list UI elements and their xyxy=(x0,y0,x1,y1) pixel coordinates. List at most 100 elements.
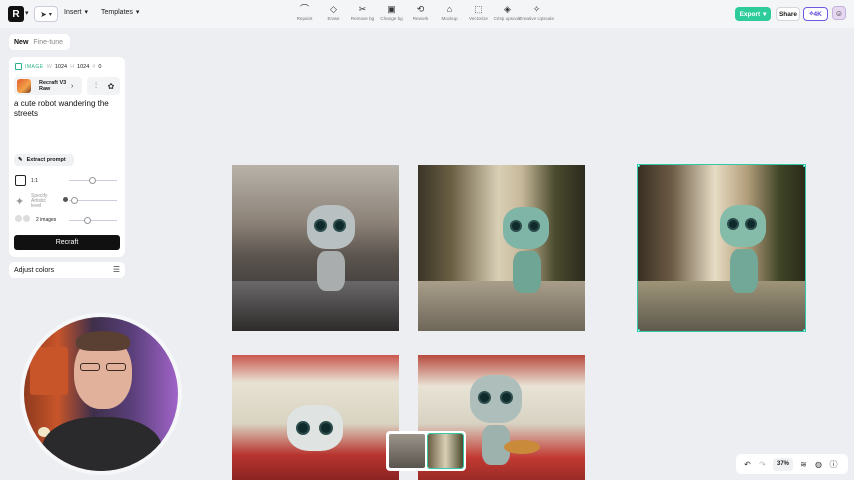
artistic-toggle[interactable] xyxy=(63,197,68,202)
tool-label: Repaint xyxy=(296,16,313,21)
presenter-hair xyxy=(76,331,130,351)
redo-icon[interactable]: ↷ xyxy=(755,460,770,469)
insert-menu[interactable]: Insert ▾ xyxy=(64,8,89,17)
top-toolbar: R ▾ ➤ ▾ Insert ▾ Templates ▾ ⌒ Repaint ◇ Eras… xyxy=(0,0,854,28)
thumbnail-1[interactable] xyxy=(389,434,425,468)
creative-icon: ✧ xyxy=(532,4,541,14)
image-type-tag[interactable]: IMAGE xyxy=(25,64,44,70)
model-selector[interactable]: Recraft V3 Raw › xyxy=(14,77,82,95)
burger-plate xyxy=(504,440,540,454)
pointer-icon: ➤ xyxy=(40,9,47,19)
model-name: Recraft V3 Raw xyxy=(39,80,67,92)
generated-image-3-selected[interactable] xyxy=(637,164,806,332)
aspect-ratio-label: 1:1 xyxy=(31,177,38,184)
aspect-ratio-row[interactable]: 1:1 xyxy=(15,175,38,186)
chevron-down-icon: ▾ xyxy=(135,9,140,16)
tool-label: Vectorize xyxy=(469,16,488,21)
ratio-slider-knob[interactable] xyxy=(89,177,96,184)
select-tool-button[interactable]: ➤ ▾ xyxy=(34,6,58,22)
generated-image-2[interactable] xyxy=(418,165,585,331)
eraser-icon: ◇ xyxy=(330,4,337,14)
seed-icon: # xyxy=(92,63,96,70)
aspect-ratio-icon xyxy=(15,175,26,186)
street-ground xyxy=(232,281,399,331)
generated-image-1[interactable] xyxy=(232,165,399,331)
count-slider-track[interactable] xyxy=(69,220,117,221)
thumbnail-strip xyxy=(386,431,466,471)
images-count-icon xyxy=(15,215,31,225)
artistic-level-label: Specify Artistic level xyxy=(31,193,48,209)
street-ground xyxy=(418,281,585,331)
generated-image-4[interactable] xyxy=(232,355,399,480)
tool-label: Remove bg xyxy=(350,16,375,21)
prompt-input[interactable]: a cute robot wandering the streets xyxy=(14,99,120,119)
chevron-down-icon: ▾ xyxy=(84,9,89,16)
height-value[interactable]: 1024 xyxy=(77,64,89,70)
templates-label: Templates xyxy=(101,8,133,16)
resize-handle[interactable] xyxy=(638,165,640,167)
chevron-down-icon: ▾ xyxy=(763,11,767,18)
sparkle-icon: ✦ xyxy=(15,196,25,208)
count-value[interactable]: 0 xyxy=(98,64,101,70)
shirt-icon: ⌂ xyxy=(446,4,453,14)
street-ground xyxy=(638,281,805,331)
chevron-down-icon: ▾ xyxy=(48,11,52,18)
chevron-down-icon[interactable]: ▾ xyxy=(25,9,29,17)
canvas-controls: ↶ ↷ 37% ≋ ◍ ⓘ xyxy=(736,454,848,474)
vectorize-tool[interactable]: ⬚ Vectorize xyxy=(464,4,493,21)
remove-bg-tool[interactable]: ✂ Remove bg xyxy=(348,4,377,21)
tool-label: Creative Upscale xyxy=(519,16,554,21)
extract-label: Extract prompt xyxy=(26,157,66,163)
sliders-icon: ☰ xyxy=(112,265,120,274)
vector-icon: ⬚ xyxy=(474,4,483,14)
tab-fine-tune[interactable]: Fine-tune xyxy=(33,39,63,46)
undo-icon[interactable]: ↶ xyxy=(740,460,755,469)
adjust-colors-label: Adjust colors xyxy=(14,266,55,274)
artistic-slider-knob[interactable] xyxy=(71,197,78,204)
layers-icon[interactable]: ≋ xyxy=(796,460,811,469)
presenter-glasses xyxy=(80,363,126,371)
export-button[interactable]: Export ▾ xyxy=(735,7,771,21)
zoom-level[interactable]: 37% xyxy=(773,457,793,471)
palette-icon: ✿ xyxy=(107,81,115,91)
resize-handle[interactable] xyxy=(803,165,805,167)
upgrade-4k-button[interactable]: ⟡ 4K xyxy=(803,7,828,21)
artistic-level-row[interactable]: ✦ Specify Artistic level xyxy=(15,194,51,209)
extract-prompt-button[interactable]: ✎ Extract prompt xyxy=(14,154,74,166)
help-icon[interactable]: ⓘ xyxy=(826,459,841,470)
presenter-video xyxy=(24,317,178,471)
tool-label: Rework xyxy=(412,16,429,21)
resize-handle[interactable] xyxy=(638,329,640,331)
share-button[interactable]: Share xyxy=(776,7,800,21)
user-avatar[interactable]: ☺ xyxy=(832,6,846,20)
change-bg-tool[interactable]: ▣ Change bg xyxy=(377,4,406,21)
crisp-upscale-tool[interactable]: ◈ Crisp upscale xyxy=(493,4,522,21)
tool-label: Crisp upscale xyxy=(493,16,522,21)
count-slider-knob[interactable] xyxy=(84,217,91,224)
pen-icon: ✎ xyxy=(18,157,23,163)
erase-tool[interactable]: ◇ Erase xyxy=(319,4,348,21)
thumbnail-2[interactable] xyxy=(426,433,464,469)
resize-handle[interactable] xyxy=(803,329,805,331)
width-value[interactable]: 1024 xyxy=(55,64,67,70)
tab-new[interactable]: New xyxy=(14,39,28,46)
sliders-icon: ⫶ xyxy=(95,81,97,90)
rework-tool[interactable]: ⟲ Rework xyxy=(406,4,435,21)
generation-panel: IMAGE W 1024 H 1024 # 0 Recraft V3 Raw ›… xyxy=(9,57,125,257)
image-count-row[interactable]: 2 images xyxy=(15,215,56,225)
tool-group: ⌒ Repaint ◇ Erase ✂ Remove bg ▣ Change bg ⟲ R… xyxy=(290,4,554,21)
brush-icon: ⌒ xyxy=(299,4,309,14)
grid-icon[interactable]: ◍ xyxy=(811,460,826,469)
style-palette-button[interactable]: ✿ xyxy=(102,77,120,95)
height-icon: H xyxy=(70,63,75,70)
recraft-button[interactable]: Recraft xyxy=(14,235,120,250)
mockup-tool[interactable]: ⌂ Mockup xyxy=(435,4,464,21)
webcam-overlay xyxy=(20,313,182,475)
rework-icon: ⟲ xyxy=(416,4,425,14)
adjust-colors-button[interactable]: Adjust colors ☰ xyxy=(9,262,125,278)
app-logo[interactable]: R xyxy=(8,6,24,22)
templates-menu[interactable]: Templates ▾ xyxy=(101,8,140,17)
export-label: Export xyxy=(739,10,761,18)
repaint-tool[interactable]: ⌒ Repaint xyxy=(290,4,319,21)
creative-upscale-tool[interactable]: ✧ Creative Upscale xyxy=(519,4,554,21)
